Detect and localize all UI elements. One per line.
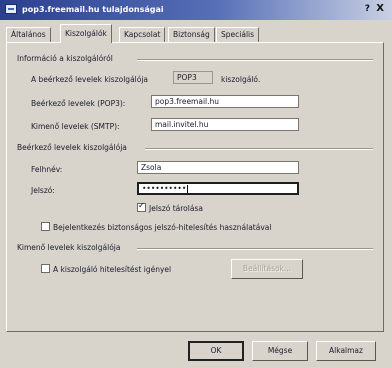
section-divider bbox=[137, 248, 373, 250]
help-button[interactable]: ? bbox=[365, 4, 370, 14]
remember-password-checkbox[interactable] bbox=[137, 201, 146, 212]
tab-security[interactable]: Biztonság bbox=[168, 27, 215, 42]
tab-servers[interactable]: Kiszolgálók bbox=[60, 24, 112, 43]
mail-account-icon bbox=[5, 4, 17, 14]
close-button[interactable]: X bbox=[376, 3, 384, 14]
incoming-server-type-suffix: kiszolgáló. bbox=[221, 75, 261, 84]
username-label: Felhnév: bbox=[31, 165, 63, 174]
spa-checkbox[interactable] bbox=[41, 222, 50, 231]
ok-button[interactable]: OK bbox=[188, 341, 244, 361]
incoming-server-field[interactable]: pop3.freemail.hu bbox=[151, 95, 299, 108]
password-field[interactable]: •••••••••• bbox=[137, 182, 299, 195]
section-divider bbox=[145, 148, 373, 150]
section-divider bbox=[137, 59, 373, 61]
password-value: •••••••••• bbox=[142, 184, 187, 193]
incoming-server-type-value: POP3 bbox=[173, 71, 213, 84]
outgoing-server-field[interactable]: mail.invitel.hu bbox=[151, 118, 299, 131]
password-label: Jelszó: bbox=[31, 186, 55, 195]
title-bar[interactable]: pop3.freemail.hu tulajdonságai ? X bbox=[0, 0, 392, 20]
incoming-server-label: Beérkező levelek (POP3): bbox=[31, 99, 126, 108]
incoming-section-title: Beérkező levelek kiszolgálója bbox=[17, 143, 127, 152]
window-title: pop3.freemail.hu tulajdonságai bbox=[22, 5, 164, 14]
apply-button[interactable]: Alkalmaz bbox=[316, 341, 376, 361]
tab-connection[interactable]: Kapcsolat bbox=[119, 27, 166, 42]
remember-password-label[interactable]: Jelszó tárolása bbox=[149, 204, 203, 213]
incoming-server-type-label: A beérkező levelek kiszolgálója bbox=[31, 75, 149, 84]
text-cursor bbox=[187, 184, 189, 193]
outgoing-settings-button[interactable]: Beállítások... bbox=[231, 259, 303, 279]
servers-tab-panel: Információ a kiszolgálóról A beérkező le… bbox=[6, 42, 384, 332]
server-info-section-title: Információ a kiszolgálóról bbox=[17, 54, 113, 63]
auth-required-checkbox[interactable] bbox=[41, 264, 50, 273]
username-field[interactable]: Zsola bbox=[137, 161, 299, 174]
tab-general[interactable]: Általános bbox=[6, 27, 51, 42]
auth-required-label[interactable]: A kiszolgáló hitelesítést igényel bbox=[53, 265, 171, 274]
properties-dialog: pop3.freemail.hu tulajdonságai ? X Által… bbox=[0, 0, 392, 368]
outgoing-section-title: Kimenő levelek kiszolgálója bbox=[17, 243, 121, 252]
spa-label[interactable]: Bejelentkezés biztonságos jelszó-hiteles… bbox=[53, 223, 271, 232]
outgoing-server-label: Kimenő levelek (SMTP): bbox=[31, 122, 120, 131]
cancel-button[interactable]: Mégse bbox=[252, 341, 308, 361]
tab-advanced[interactable]: Speciális bbox=[216, 27, 260, 42]
